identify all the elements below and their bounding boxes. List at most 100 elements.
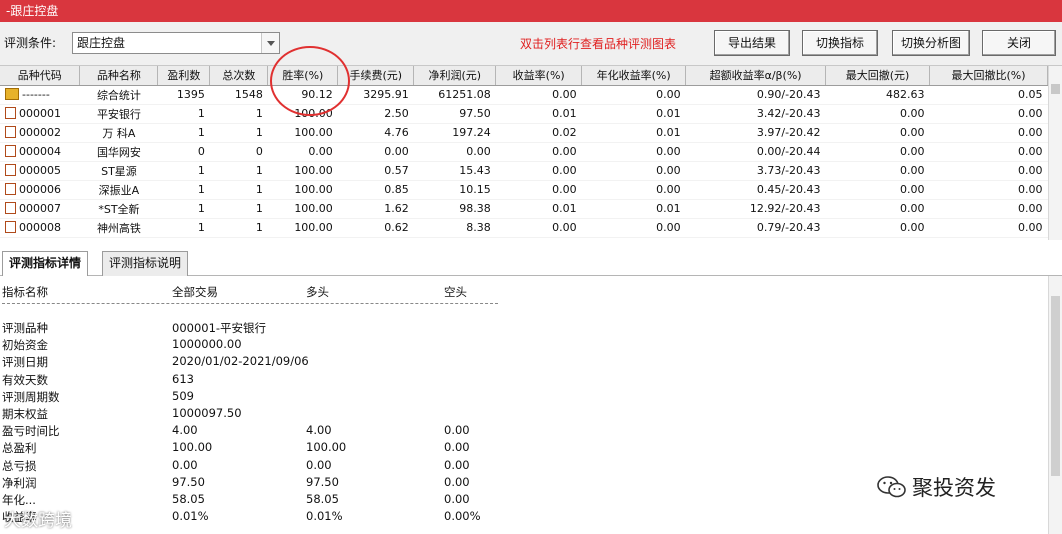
cell-win: 1 (157, 180, 210, 200)
col-header-annual-return[interactable]: 年化收益率(%) (581, 66, 687, 86)
col-header-code[interactable]: 品种代码 (0, 66, 81, 86)
cell-ret: 0.00 (495, 218, 582, 238)
table-row[interactable]: 000008 神州高铁 1 1 100.00 0.62 8.38 0.00 0.00 0.79/-… (0, 218, 1048, 238)
col-header-return[interactable]: 收益率(%) (495, 66, 583, 86)
tab-indicator-details[interactable]: 评测指标详情 (2, 251, 89, 277)
cell-annual: 0.00 (581, 218, 686, 238)
col-header-net-profit[interactable]: 净利润(元) (413, 66, 497, 86)
cell-annual: 0.00 (581, 180, 686, 200)
scrollbar-thumb[interactable] (1051, 296, 1060, 476)
cell-code-text: 000005 (19, 164, 61, 177)
condition-select[interactable]: 跟庄控盘 (72, 32, 280, 54)
detail-cell-short: 0.00 (444, 423, 470, 438)
cell-excess: 3.42/-20.43 (685, 104, 826, 124)
cell-ddr: 0.00 (929, 104, 1048, 124)
export-button[interactable]: 导出结果 (714, 30, 790, 56)
close-button[interactable]: 关闭 (982, 30, 1056, 56)
tab-indicator-description[interactable]: 评测指标说明 (102, 251, 189, 276)
cell-win: 1 (157, 218, 210, 238)
detail-cell-long: 97.50 (306, 474, 339, 489)
cell-code: 000008 (0, 218, 80, 238)
cell-ret: 0.02 (495, 123, 582, 143)
table-row[interactable]: 000006 深振业A 1 1 100.00 0.85 10.15 0.00 0.00 0.45/… (0, 180, 1048, 200)
table-row[interactable]: 000002 万 科A 1 1 100.00 4.76 197.24 0.02 0.01 3.97… (0, 123, 1048, 143)
cell-ddr: 0.00 (929, 218, 1048, 238)
cell-rate: 100.00 (267, 161, 338, 181)
results-grid[interactable]: 品种代码 品种名称 盈利数 总次数 胜率(%) 手续费(元) 净利润(元) 收益… (0, 66, 1048, 240)
switch-analysis-button[interactable]: 切换分析图 (892, 30, 970, 56)
cell-fee: 0.85 (337, 180, 414, 200)
cell-ddr: 0.00 (929, 123, 1048, 143)
detail-cell-name: 初始资金 (2, 338, 48, 353)
cell-dd: 0.00 (825, 104, 930, 124)
detail-cell-name: 期末权益 (2, 407, 48, 421)
col-header-excess-return[interactable]: 超额收益率α/β(%) (685, 66, 827, 86)
hint-text: 双击列表行查看品种评测图表 (520, 37, 677, 51)
cell-ret: 0.00 (495, 180, 582, 200)
detail-row: 评测周期数 509 (0, 389, 640, 405)
table-row[interactable]: 000001 平安银行 1 1 100.00 2.50 97.50 0.01 0.01 3.42/… (0, 104, 1048, 124)
cell-win: 1 (157, 104, 210, 124)
detail-row: 总盈利 100.00 100.00 0.00 (0, 440, 640, 456)
watermark-right: 聚投资发 (876, 474, 996, 502)
detail-cell-all: 613 (172, 371, 194, 386)
cell-code: ------- (0, 85, 80, 105)
condition-label: 评测条件: (4, 36, 57, 50)
detail-row: 收益率 0.01% 0.01% 0.00% (0, 509, 640, 525)
detail-header-all: 全部交易 (172, 285, 218, 299)
cell-dd: 0.00 (825, 199, 930, 219)
cell-code-text: 000006 (19, 183, 61, 196)
detail-header-row: 指标名称 全部交易 多头 空头 (0, 284, 640, 300)
cell-name: 神州高铁 (79, 218, 158, 238)
detail-cell-short: 0.00 (444, 440, 470, 455)
cell-annual: 0.00 (581, 85, 686, 105)
results-table: 品种代码 品种名称 盈利数 总次数 胜率(%) 手续费(元) 净利润(元) 收益… (0, 66, 1048, 238)
col-header-total[interactable]: 总次数 (209, 66, 269, 86)
col-header-wins[interactable]: 盈利数 (157, 66, 211, 86)
cell-total: 1 (209, 199, 268, 219)
table-row[interactable]: 000007 *ST全新 1 1 100.00 1.62 98.38 0.01 0.01 12.9… (0, 199, 1048, 219)
cell-code: 000002 (0, 123, 80, 143)
col-header-name[interactable]: 品种名称 (79, 66, 159, 86)
detail-scrollbar[interactable] (1048, 276, 1062, 534)
cell-name: *ST全新 (79, 199, 158, 219)
cell-win: 1395 (157, 85, 210, 105)
cell-fee: 0.00 (337, 142, 414, 162)
col-header-max-drawdown-ratio[interactable]: 最大回撤比(%) (929, 66, 1048, 86)
stock-icon (5, 107, 16, 119)
detail-cell-all: 4.00 (172, 423, 198, 438)
chevron-down-icon[interactable] (261, 33, 279, 53)
cell-rate: 100.00 (267, 123, 338, 143)
cell-fee: 1.62 (337, 199, 414, 219)
col-header-max-drawdown[interactable]: 最大回撤(元) (825, 66, 930, 86)
cell-total: 1 (209, 218, 268, 238)
detail-cell-name: 评测周期数 (2, 389, 60, 404)
cell-excess: 0.00/-20.44 (685, 142, 826, 162)
detail-separator (2, 303, 498, 304)
detail-cell-name: 有效天数 (2, 372, 48, 387)
cell-fee: 4.76 (337, 123, 414, 143)
cell-code-text: 000007 (19, 202, 61, 215)
switch-indicator-button[interactable]: 切换指标 (802, 30, 878, 56)
table-row[interactable]: 000005 ST星源 1 1 100.00 0.57 15.43 0.00 0.00 3.73/… (0, 161, 1048, 181)
cell-rate: 0.00 (267, 142, 338, 162)
detail-cell-all: 100.00 (172, 440, 213, 455)
detail-cell-all: 1000000.00 (172, 337, 242, 352)
grid-scrollbar[interactable] (1048, 66, 1062, 240)
scrollbar-thumb[interactable] (1051, 84, 1060, 94)
cell-code: 000006 (0, 180, 80, 200)
cell-profit: 0.00 (413, 142, 496, 162)
detail-cell-all: 58.05 (172, 492, 205, 506)
cell-ddr: 0.00 (929, 180, 1048, 200)
stock-icon (5, 164, 16, 176)
cell-dd: 482.63 (825, 85, 930, 105)
cell-total: 1 (209, 104, 268, 124)
cell-dd: 0.00 (825, 180, 930, 200)
cell-annual: 0.01 (581, 199, 686, 219)
table-row[interactable]: 000004 国华网安 0 0 0.00 0.00 0.00 0.00 0.00 0.00/-20… (0, 142, 1048, 162)
table-row[interactable]: ------- 综合统计 1395 1548 90.12 3295.91 61251.08 0… (0, 85, 1048, 105)
detail-cell-long: 0.00 (306, 457, 332, 472)
window-title: -跟庄控盘 (6, 4, 59, 18)
cell-win: 0 (157, 142, 210, 162)
detail-cell-all: 0.00 (172, 457, 198, 472)
